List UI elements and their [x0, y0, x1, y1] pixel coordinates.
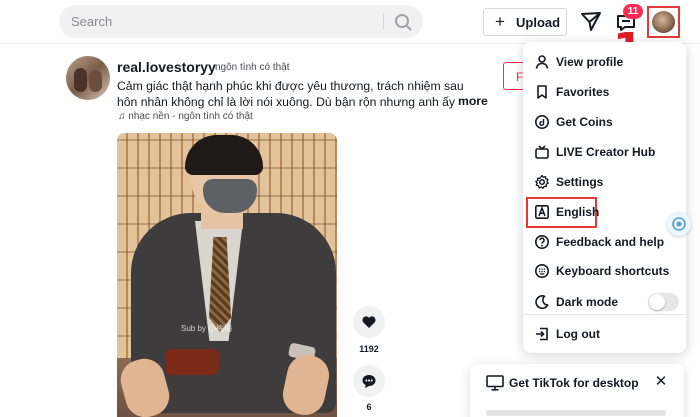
menu-item-label: Keyboard shortcuts — [556, 264, 670, 278]
profile-avatar-button[interactable] — [647, 6, 680, 38]
moon-icon — [535, 295, 549, 310]
like-count: 1192 — [359, 344, 379, 354]
menu-item-view-profile[interactable]: View profile — [523, 47, 686, 77]
post-nickname: ngôn tình có thật — [215, 62, 290, 73]
post-author-avatar[interactable] — [66, 56, 110, 100]
menu-item-live-creator-hub[interactable]: LIVE Creator Hub — [523, 137, 686, 167]
caption-more-link[interactable]: more — [456, 94, 488, 108]
video-person-mask — [203, 179, 257, 213]
profile-dropdown-menu: View profile Favorites Get Coins LIVE Cr… — [523, 42, 686, 353]
dark-mode-toggle[interactable] — [648, 293, 679, 311]
avatar — [652, 11, 675, 33]
inbox-badge: 11 — [623, 4, 643, 19]
comment-icon — [362, 375, 376, 388]
top-header: Search + Upload 11 — [0, 0, 700, 44]
video-watermark: Sub by 小梅梅 — [181, 324, 233, 333]
avatar-figure-2 — [89, 70, 102, 92]
menu-item-language[interactable]: English — [523, 197, 686, 228]
close-icon[interactable]: ✕ — [653, 374, 669, 390]
comment-count: 6 — [366, 402, 372, 412]
upload-label: Upload — [516, 15, 561, 30]
user-icon — [535, 55, 549, 69]
menu-item-label: English — [556, 205, 600, 219]
heart-icon — [362, 316, 376, 328]
like-button[interactable] — [353, 306, 385, 338]
menu-item-get-coins[interactable]: Get Coins — [523, 107, 686, 137]
menu-item-label: Log out — [556, 327, 600, 341]
coin-icon — [535, 115, 549, 129]
post-caption: Cảm giác thật hạnh phúc khi được yêu thư… — [117, 79, 482, 109]
banner-label[interactable]: Get TikTok for desktop — [509, 376, 639, 390]
menu-item-feedback[interactable]: Feedback and help — [523, 227, 686, 257]
toggle-knob — [649, 294, 665, 310]
avatar-figure-1 — [74, 68, 87, 92]
menu-item-label: View profile — [556, 55, 624, 69]
menu-item-settings[interactable]: Settings — [523, 167, 686, 197]
video-bowl — [165, 349, 219, 375]
bookmark-icon — [537, 85, 547, 99]
help-icon — [535, 235, 549, 249]
search-input[interactable]: Search — [71, 14, 112, 29]
menu-item-label: LIVE Creator Hub — [556, 145, 656, 159]
menu-item-favorites[interactable]: Favorites — [523, 77, 686, 107]
live-icon — [535, 145, 549, 159]
logout-icon — [536, 327, 548, 341]
search-bar[interactable]: Search — [59, 5, 423, 38]
post-username[interactable]: real.lovestoryy — [117, 59, 216, 75]
menu-item-keyboard-shortcuts[interactable]: Keyboard shortcuts — [523, 256, 686, 286]
search-divider — [383, 13, 384, 30]
plus-icon: + — [495, 12, 505, 31]
send-icon[interactable] — [580, 10, 602, 32]
comment-button[interactable] — [353, 365, 385, 397]
monitor-icon — [486, 375, 504, 391]
menu-separator — [523, 314, 686, 315]
menu-item-dark-mode[interactable]: Dark mode — [523, 287, 686, 317]
menu-item-label: Feedback and help — [556, 235, 665, 249]
menu-item-label: Favorites — [556, 85, 610, 99]
menu-item-label: Dark mode — [556, 295, 619, 309]
assistant-icon — [672, 217, 686, 231]
menu-item-log-out[interactable]: Log out — [523, 319, 686, 349]
gear-icon — [535, 174, 549, 189]
banner-secondary-item — [486, 410, 666, 416]
floating-assistant-button[interactable] — [667, 212, 691, 236]
upload-button[interactable]: + Upload — [483, 8, 567, 36]
menu-item-label: Settings — [556, 175, 604, 189]
video-player[interactable]: Sub by 小梅梅 — [117, 133, 337, 417]
search-icon[interactable] — [393, 12, 413, 32]
language-icon — [534, 204, 549, 219]
keyboard-icon — [535, 264, 549, 278]
desktop-app-banner: Get TikTok for desktop ✕ — [470, 364, 684, 417]
music-link[interactable]: ♫ nhạc nền - ngôn tình có thật — [118, 111, 253, 122]
menu-item-label: Get Coins — [556, 115, 613, 129]
